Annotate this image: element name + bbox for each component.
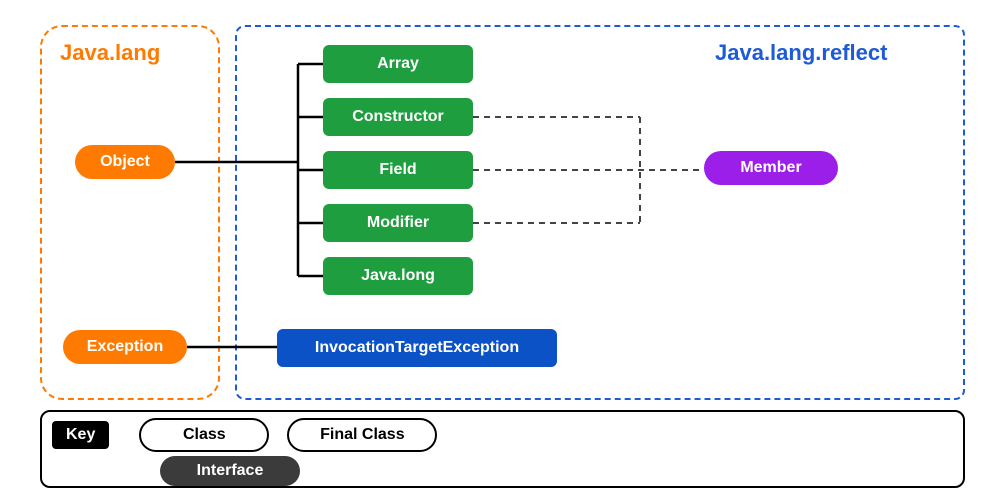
legend-row-2: Interface bbox=[160, 456, 953, 486]
member-interface-node: Member bbox=[704, 151, 838, 185]
legend-class-pill: Class bbox=[139, 418, 269, 452]
constructor-node: Constructor bbox=[323, 98, 473, 136]
left-panel-title: Java.lang bbox=[60, 40, 160, 66]
legend-interface-pill: Interface bbox=[160, 456, 300, 486]
array-node: Array bbox=[323, 45, 473, 83]
legend-key-chip: Key bbox=[52, 421, 109, 449]
field-node: Field bbox=[323, 151, 473, 189]
javalong-node: Java.long bbox=[323, 257, 473, 295]
exception-node: Exception bbox=[63, 330, 187, 364]
modifier-node: Modifier bbox=[323, 204, 473, 242]
legend-row-1: Key Class Final Class bbox=[52, 418, 953, 452]
diagram-root: Java.lang Java.lang.reflect Object Excep… bbox=[20, 20, 980, 480]
legend-final-class-pill: Final Class bbox=[287, 418, 437, 452]
invocation-target-exception-node: InvocationTargetException bbox=[277, 329, 557, 367]
object-node: Object bbox=[75, 145, 175, 179]
right-panel-title: Java.lang.reflect bbox=[715, 40, 730, 66]
legend-box: Key Class Final Class Interface bbox=[40, 410, 965, 488]
